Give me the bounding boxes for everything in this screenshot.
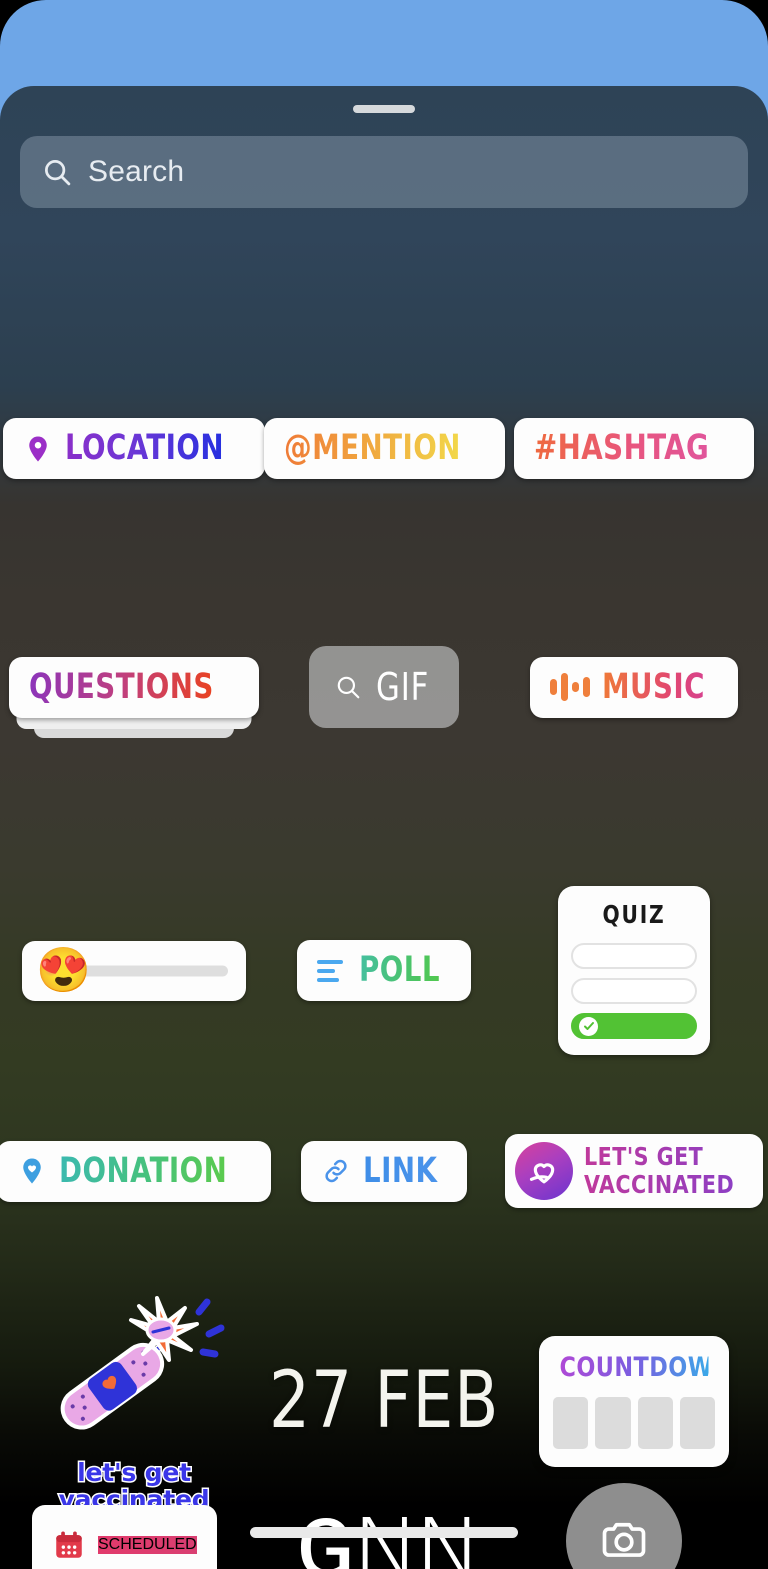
cell-flower-bandage: let's get vaccinated [0, 1286, 268, 1516]
sticker-donation[interactable]: DONATION [0, 1140, 271, 1202]
countdown-blocks [553, 1396, 715, 1449]
chain-link-icon [325, 1159, 347, 1183]
cell-emoji-slider: 😍 [0, 886, 268, 1055]
sticker-row-interactive: QUESTIONS GIF MUSIC [0, 646, 768, 738]
countdown-title: COUNTDOWN [559, 1351, 733, 1383]
sticker-scheduled[interactable]: SCHEDULED [32, 1505, 217, 1569]
cell-gif: GIF [268, 646, 500, 728]
cell-hashtag: #HASHTAG [500, 418, 768, 479]
countdown-block [679, 1396, 715, 1449]
vaccine-badge-line1: LET'S GET [584, 1143, 734, 1170]
sticker-countdown[interactable]: COUNTDOWN [539, 1335, 733, 1467]
sticker-gif[interactable]: GIF [309, 646, 459, 728]
sticker-vaccine-badge[interactable]: LET'S GET VACCINATED [504, 1134, 764, 1208]
home-indicator [250, 1527, 518, 1538]
vaccine-badge-text: LET'S GET VACCINATED [583, 1143, 747, 1199]
sticker-questions[interactable]: QUESTIONS [8, 656, 259, 738]
phone-screen: Search LOCATION @MENTION #HASHTAG QUESTI… [0, 0, 768, 1569]
sticker-hashtag[interactable]: #HASHTAG [514, 418, 754, 479]
cell-vaccine-badge: LET'S GET VACCINATED [500, 1134, 768, 1208]
sticker-gif-label: GIF [376, 665, 430, 709]
camera-icon [602, 1522, 646, 1557]
countdown-block [637, 1396, 673, 1449]
vaccine-badge-line2: VACCINATED [583, 1169, 735, 1199]
check-icon [579, 1016, 598, 1036]
heart-pin-icon [23, 1158, 42, 1184]
poll-bars-icon [317, 959, 347, 982]
search-placeholder: Search [88, 155, 185, 188]
cell-mention: @MENTION [263, 418, 505, 479]
emoji-slider-icon: 😍 [36, 945, 91, 995]
cell-link: LINK [268, 1134, 500, 1208]
sticker-questions-label: QUESTIONS [28, 666, 214, 707]
sticker-emoji-slider[interactable]: 😍 [22, 940, 246, 1001]
calendar-icon [56, 1531, 82, 1558]
sticker-row-discovery: LOCATION @MENTION #HASHTAG [0, 418, 768, 479]
quiz-title: QUIZ [602, 900, 666, 929]
sticker-quiz[interactable]: QUIZ [558, 886, 710, 1055]
cell-donation: DONATION [0, 1134, 271, 1208]
cell-countdown: COUNTDOWN [500, 1286, 768, 1516]
cell-quiz: QUIZ [500, 886, 768, 1055]
sticker-poll[interactable]: POLL [297, 940, 471, 1001]
sticker-date[interactable]: 27 FEB [269, 1356, 499, 1446]
cell-music: MUSIC [500, 646, 768, 728]
sticker-row-action: DONATION LINK LET'S GET VACCINATED [0, 1134, 768, 1208]
sticker-hashtag-label: #HASHTAG [534, 428, 710, 468]
cell-location: LOCATION [0, 418, 268, 479]
bandage-flower-icon [60, 1295, 225, 1430]
sticker-row-engagement: 😍 POLL QUIZ [0, 886, 768, 1055]
sticker-scheduled-label: SCHEDULED [98, 1536, 197, 1554]
sticker-mention-label: @MENTION [283, 428, 461, 468]
quiz-option-correct[interactable] [571, 1013, 697, 1039]
sticker-location[interactable]: LOCATION [2, 418, 266, 479]
cell-poll: POLL [268, 886, 500, 1055]
caption-line1: let's get [76, 1457, 193, 1487]
sticker-tray-sheet: Search LOCATION @MENTION #HASHTAG QUESTI… [0, 86, 768, 1569]
map-pin-icon [28, 436, 47, 461]
drag-handle[interactable] [353, 105, 415, 113]
quiz-option[interactable] [571, 978, 697, 1004]
sticker-bandage-flower[interactable]: let's get vaccinated [39, 1290, 229, 1514]
sticker-location-label: LOCATION [64, 428, 224, 468]
questions-card[interactable]: QUESTIONS [8, 656, 259, 718]
sticker-donation-label: DONATION [59, 1150, 228, 1191]
sticker-mention[interactable]: @MENTION [263, 418, 505, 479]
search-icon [338, 676, 360, 699]
sticker-music[interactable]: MUSIC [529, 656, 739, 718]
equalizer-icon [549, 672, 590, 702]
heart-ribbon-icon [514, 1142, 573, 1200]
countdown-block [595, 1396, 631, 1449]
sticker-link[interactable]: LINK [300, 1140, 468, 1202]
quiz-option[interactable] [571, 943, 697, 969]
sticker-link-label: LINK [362, 1150, 438, 1191]
cell-questions: QUESTIONS [0, 646, 268, 738]
search-icon [45, 160, 71, 186]
countdown-block [553, 1396, 589, 1449]
sticker-music-label: MUSIC [601, 666, 705, 707]
sticker-poll-label: POLL [359, 950, 440, 990]
search-input[interactable]: Search [20, 136, 748, 208]
